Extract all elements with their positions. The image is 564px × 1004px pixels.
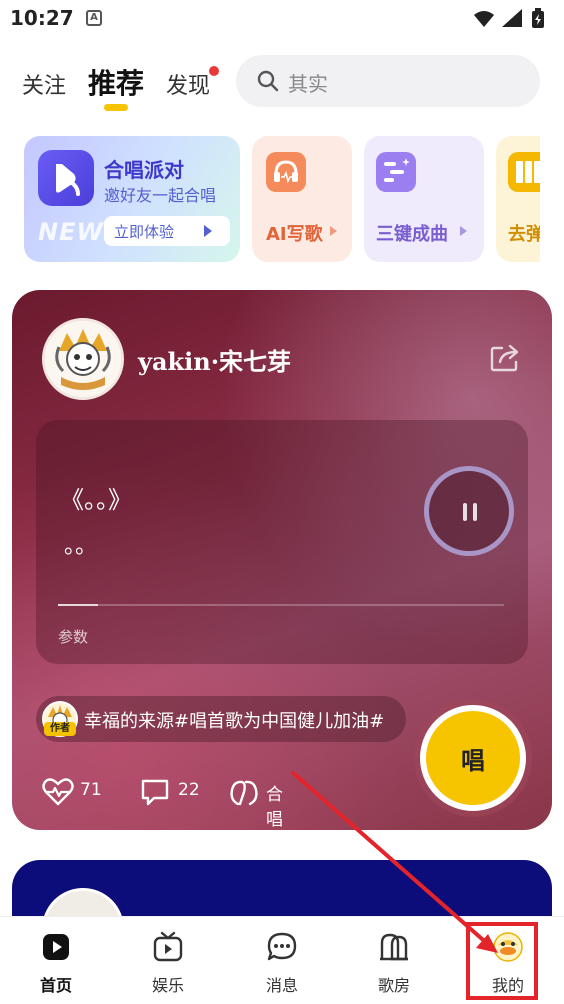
heart-icon — [42, 778, 74, 806]
chevron-right-icon — [204, 225, 212, 237]
search-icon — [257, 70, 279, 92]
pause-icon — [473, 503, 477, 521]
home-icon — [43, 934, 69, 960]
progress-fill — [58, 604, 99, 606]
chat-icon — [267, 932, 297, 961]
discover-notification-dot — [209, 66, 219, 76]
like-button[interactable]: 71 — [42, 778, 102, 806]
progress-bar[interactable] — [58, 604, 504, 606]
nav-home-label: 首页 — [39, 976, 72, 995]
search-box[interactable]: 其实 — [236, 55, 540, 107]
play-label: 去弹 — [508, 224, 540, 245]
top-tab-bar: 关注 推荐 发现 其实 — [0, 50, 564, 114]
status-icons — [474, 8, 544, 28]
try-now-button[interactable]: 立即体验 — [104, 216, 230, 246]
wifi-icon — [474, 11, 494, 27]
nav-rooms-label: 歌房 — [377, 976, 410, 995]
notification-icon: A — [86, 10, 102, 26]
group-icon — [380, 933, 408, 961]
sing-label: 唱 — [461, 747, 485, 775]
nav-messages[interactable]: 消息 — [226, 917, 338, 1004]
chorus-party-icon — [38, 150, 94, 206]
new-badge: NEW — [38, 218, 104, 246]
like-count: 71 — [80, 780, 102, 800]
nav-messages-label: 消息 — [265, 976, 298, 995]
share-icon[interactable] — [490, 344, 520, 372]
chorus-party-subtitle: 邀好友一起合唱 — [104, 186, 217, 205]
tab-discover[interactable]: 发现 — [166, 68, 210, 100]
song-post-card[interactable]: yakin·宋七芽 《。。》 。。 参数 作者 幸福的来源#唱首歌为中国健儿加油… — [12, 290, 552, 830]
nav-rooms[interactable]: 歌房 — [338, 917, 450, 1004]
chorus-icon — [230, 780, 258, 806]
battery-icon — [532, 8, 544, 28]
pause-icon — [463, 503, 467, 521]
chorus-button[interactable]: 合唱 — [228, 778, 283, 830]
tab-recommend[interactable]: 推荐 — [88, 62, 144, 102]
signal-icon — [502, 9, 522, 27]
search-placeholder: 其实 — [288, 72, 328, 96]
three-key-icon — [376, 152, 416, 192]
lyric-line: 《。。》 — [60, 486, 132, 514]
chevron-right-icon — [330, 226, 337, 236]
song-player-panel: 《。。》 。。 参数 — [36, 420, 528, 664]
chevron-right-icon — [460, 226, 467, 236]
sing-button[interactable]: 唱 — [420, 705, 526, 811]
chorus-party-card[interactable]: 合唱派对 邀好友一起合唱 NEW 立即体验 — [24, 136, 240, 262]
author-badge: 作者 — [44, 722, 76, 736]
pause-button[interactable] — [424, 466, 514, 556]
username[interactable]: yakin·宋七芽 — [138, 342, 291, 377]
comment-icon — [141, 779, 169, 806]
nav-entertainment[interactable]: 娱乐 — [112, 917, 224, 1004]
nav-entertainment-label: 娱乐 — [151, 976, 184, 995]
ai-write-card[interactable]: AI写歌 — [252, 136, 352, 262]
annotation-highlight-box — [466, 922, 538, 1000]
tv-icon — [153, 931, 183, 962]
three-key-label: 三键成曲 — [376, 224, 448, 245]
status-bar: 10:27 A — [0, 0, 564, 40]
piano-icon — [508, 152, 540, 192]
ai-write-icon — [266, 152, 306, 192]
chorus-party-title: 合唱派对 — [104, 158, 184, 182]
active-tab-indicator — [104, 104, 128, 111]
play-instrument-card[interactable]: 去弹 — [496, 136, 540, 262]
comment-count: 22 — [178, 780, 200, 800]
param-label: 参数 — [58, 628, 89, 646]
ai-write-label: AI写歌 — [266, 224, 323, 245]
comment-button[interactable]: 22 — [140, 778, 200, 806]
chorus-label: 合唱 — [266, 785, 283, 830]
user-avatar[interactable] — [42, 318, 124, 400]
lyric-line: 。。 — [64, 534, 98, 559]
feature-shortcuts: 合唱派对 邀好友一起合唱 NEW 立即体验 AI写歌 三键成曲 去弹 — [0, 136, 540, 264]
tab-follow[interactable]: 关注 — [22, 68, 66, 100]
nav-home[interactable]: 首页 — [0, 917, 112, 1004]
try-now-label: 立即体验 — [114, 223, 175, 241]
three-key-card[interactable]: 三键成曲 — [364, 136, 484, 262]
status-time: 10:27 — [10, 6, 74, 30]
topic-text: 幸福的来源#唱首歌为中国健儿加油# — [84, 711, 385, 732]
topic-tag[interactable]: 作者 幸福的来源#唱首歌为中国健儿加油# — [36, 696, 406, 742]
